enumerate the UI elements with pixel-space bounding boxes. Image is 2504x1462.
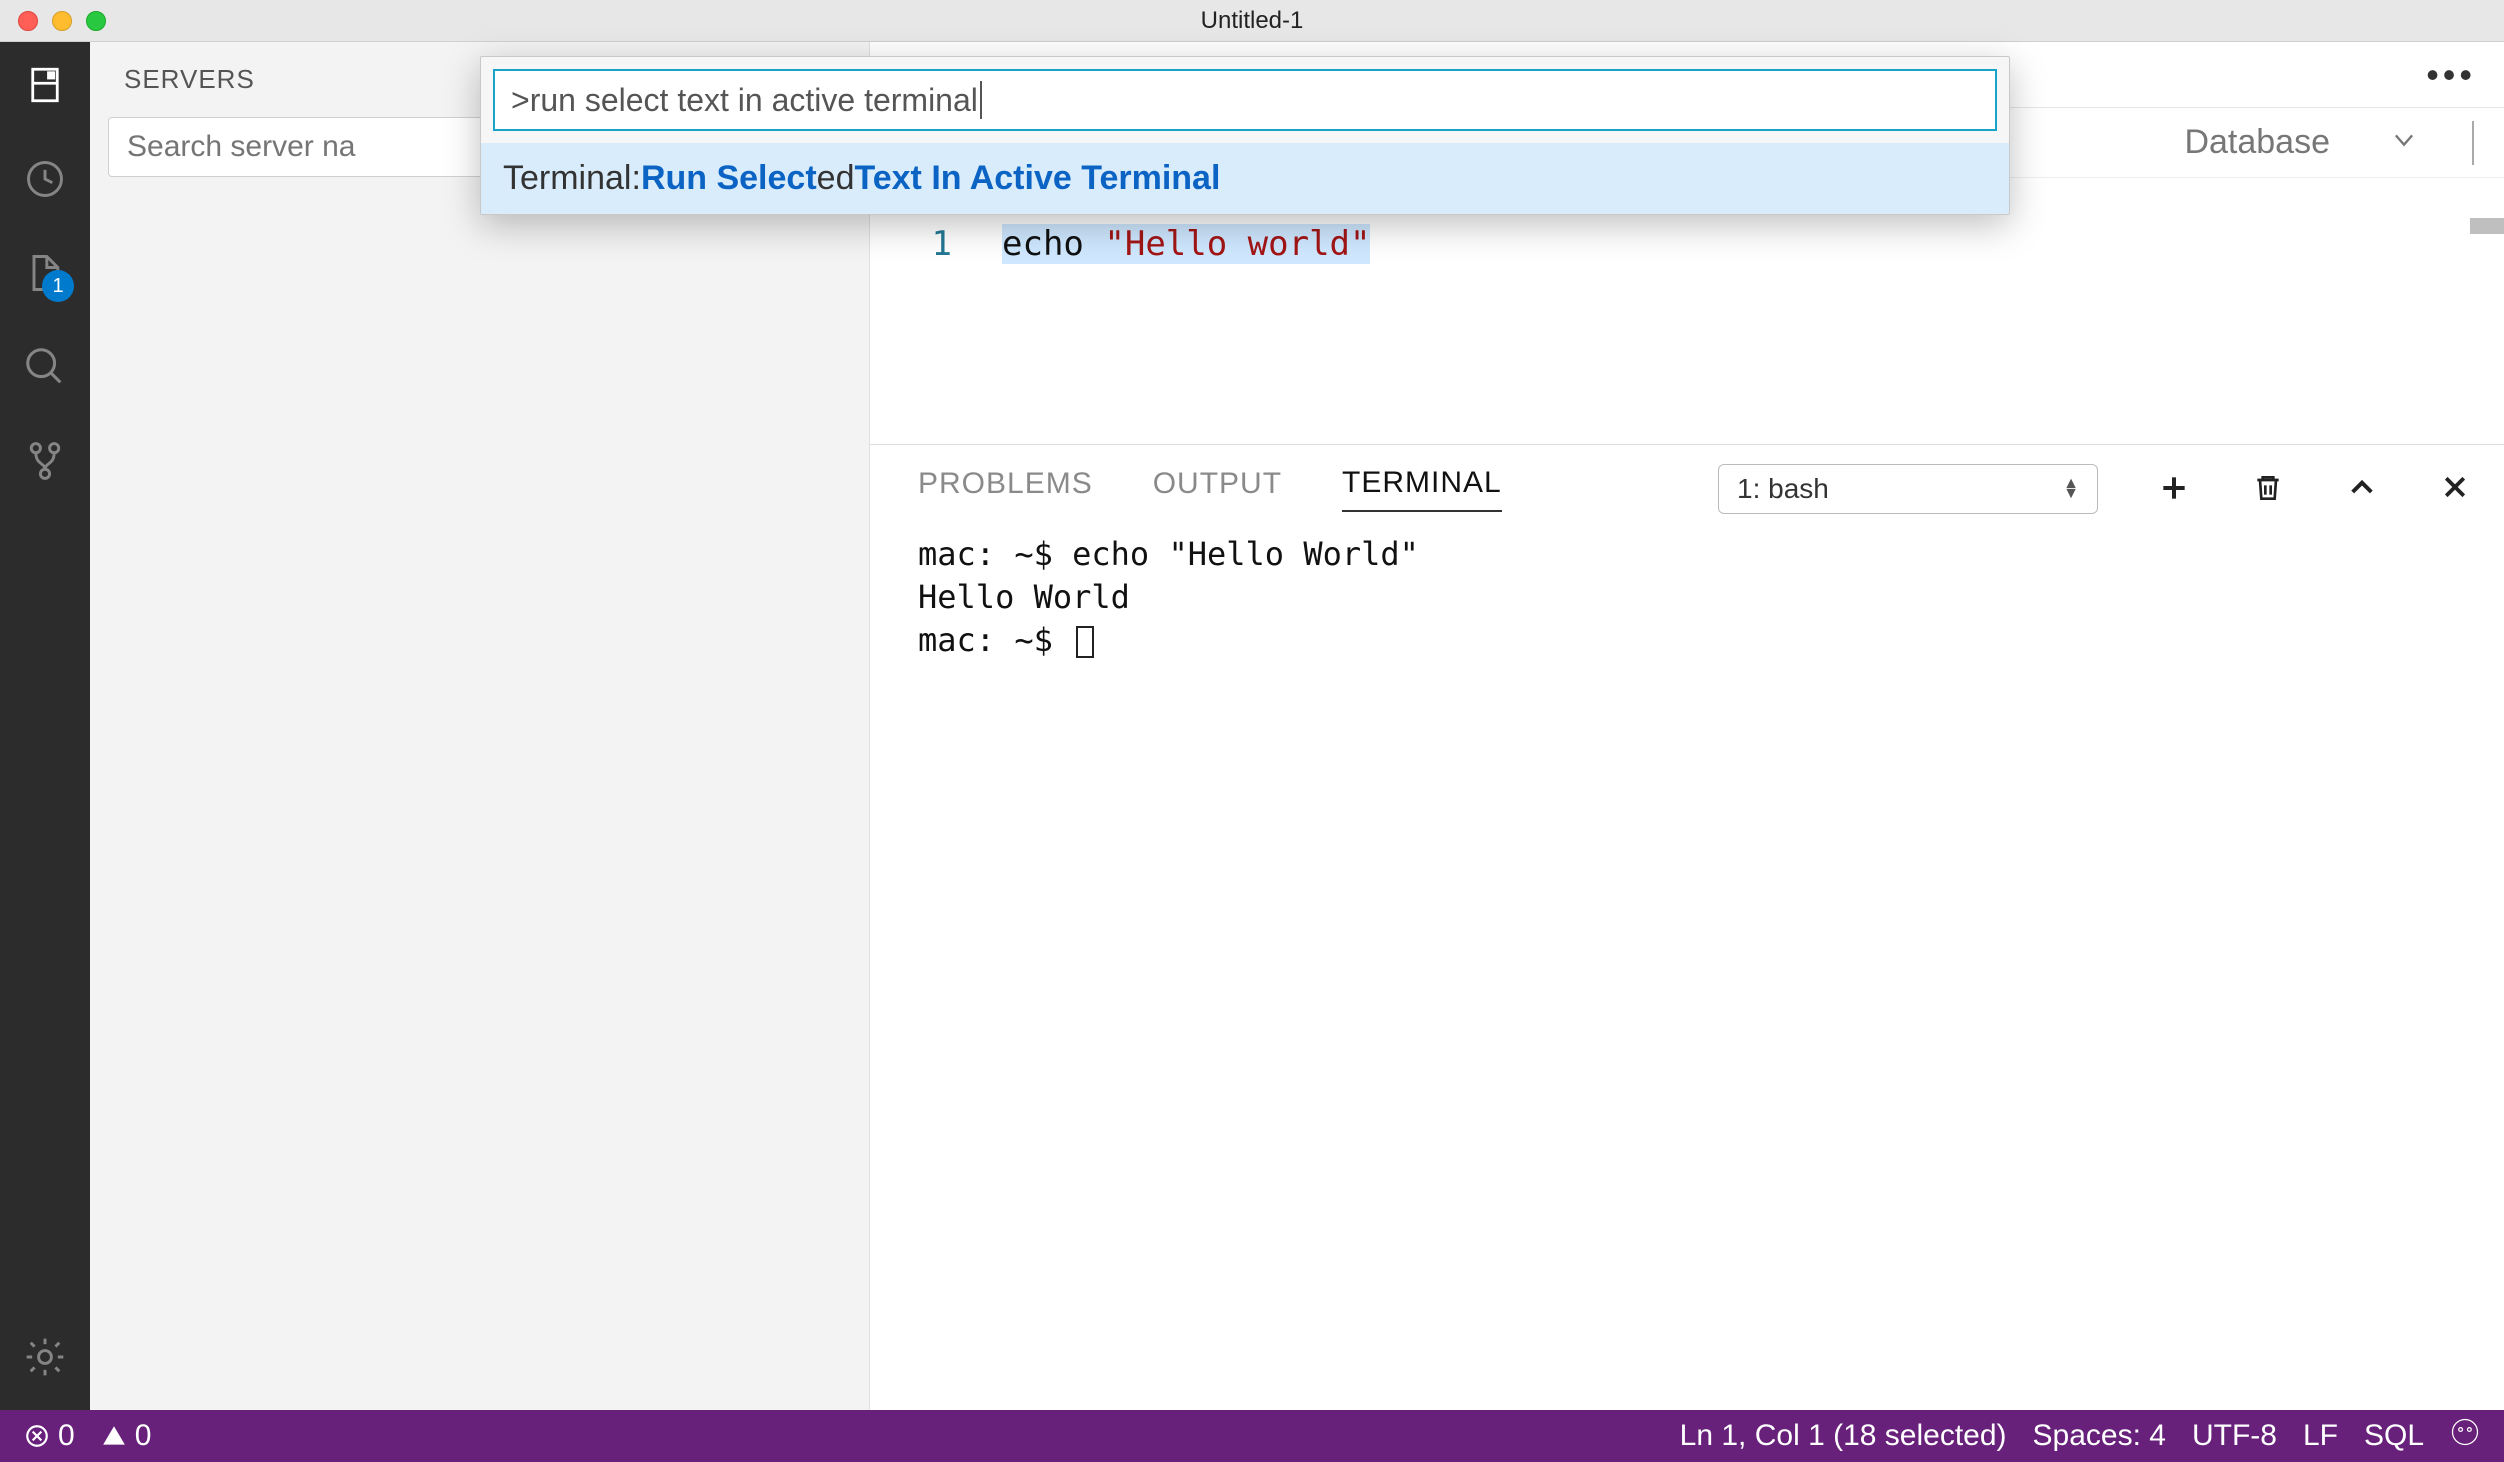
palette-item-text: ed xyxy=(817,159,855,198)
kill-terminal-icon[interactable] xyxy=(2252,472,2286,506)
bottom-panel: PROBLEMS OUTPUT TERMINAL 1: bash ▲▼ xyxy=(870,444,2504,1410)
source-control-activity-icon[interactable] xyxy=(22,438,68,484)
updown-icon: ▲▼ xyxy=(2063,479,2079,499)
tab-output[interactable]: OUTPUT xyxy=(1153,467,1282,511)
explorer-activity-icon[interactable]: 1 xyxy=(22,250,68,296)
status-encoding[interactable]: UTF-8 xyxy=(2192,1419,2277,1453)
status-warnings-count: 0 xyxy=(135,1419,152,1453)
database-dropdown[interactable]: Database xyxy=(2184,123,2330,162)
history-activity-icon[interactable] xyxy=(22,156,68,202)
status-feedback-icon[interactable] xyxy=(2450,1417,2480,1455)
maximize-panel-icon[interactable] xyxy=(2346,472,2380,506)
status-language[interactable]: SQL xyxy=(2364,1419,2424,1453)
terminal-cursor xyxy=(1076,626,1094,658)
terminal-selector-label: 1: bash xyxy=(1737,473,1829,505)
tab-problems[interactable]: PROBLEMS xyxy=(918,467,1093,511)
status-warnings[interactable]: 0 xyxy=(101,1419,152,1453)
chevron-down-icon[interactable] xyxy=(2390,126,2418,159)
code-line: echo "Hello world" xyxy=(1002,224,1370,264)
command-palette-item[interactable]: Terminal: Run Selected Text In Active Te… xyxy=(481,143,2009,214)
palette-item-match: Run Select xyxy=(641,159,817,198)
terminal-line: mac: ~$ echo "Hello World" xyxy=(918,533,2504,576)
servers-sidebar: SERVERS xyxy=(90,42,870,1410)
text-caret xyxy=(980,81,982,119)
status-bar: 0 0 Ln 1, Col 1 (18 selected) Spaces: 4 … xyxy=(0,1410,2504,1462)
divider xyxy=(2472,121,2474,165)
terminal-line: Hello World xyxy=(918,576,2504,619)
tab-terminal[interactable]: TERMINAL xyxy=(1342,466,1502,512)
panel-tabs: PROBLEMS OUTPUT TERMINAL 1: bash ▲▼ xyxy=(870,445,2504,519)
terminal-selector[interactable]: 1: bash ▲▼ xyxy=(1718,464,2098,514)
settings-gear-icon[interactable] xyxy=(22,1334,68,1380)
titlebar: Untitled-1 xyxy=(0,0,2504,42)
status-errors[interactable]: 0 xyxy=(24,1419,75,1453)
command-palette: >run select text in active terminal Term… xyxy=(480,56,2010,215)
palette-item-prefix: Terminal: xyxy=(503,159,641,198)
editor-group: ••• Database Explain 1 echo "Hello world… xyxy=(870,42,2504,1410)
status-eol[interactable]: LF xyxy=(2303,1419,2338,1453)
status-errors-count: 0 xyxy=(58,1419,75,1453)
window-title: Untitled-1 xyxy=(0,7,2504,35)
code-editor[interactable]: 1 echo "Hello world" xyxy=(870,218,2504,264)
minimap-marker xyxy=(2470,218,2504,234)
terminal-line: mac: ~$ xyxy=(918,619,2504,662)
explorer-badge: 1 xyxy=(42,270,74,302)
status-indent[interactable]: Spaces: 4 xyxy=(2033,1419,2166,1453)
activity-bar: 1 xyxy=(0,42,90,1410)
terminal-body[interactable]: mac: ~$ echo "Hello World" Hello World m… xyxy=(870,519,2504,1410)
new-terminal-icon[interactable] xyxy=(2158,472,2192,506)
command-palette-input[interactable]: >run select text in active terminal xyxy=(493,69,1997,131)
close-panel-icon[interactable] xyxy=(2440,472,2474,506)
editor-more-icon[interactable]: ••• xyxy=(2426,54,2476,96)
status-cursor-position[interactable]: Ln 1, Col 1 (18 selected) xyxy=(1680,1419,2007,1453)
line-number: 1 xyxy=(912,224,952,264)
palette-item-match: Text In Active Terminal xyxy=(854,159,1220,198)
servers-activity-icon[interactable] xyxy=(22,62,68,108)
search-activity-icon[interactable] xyxy=(22,344,68,390)
command-palette-input-value: >run select text in active terminal xyxy=(511,82,978,119)
